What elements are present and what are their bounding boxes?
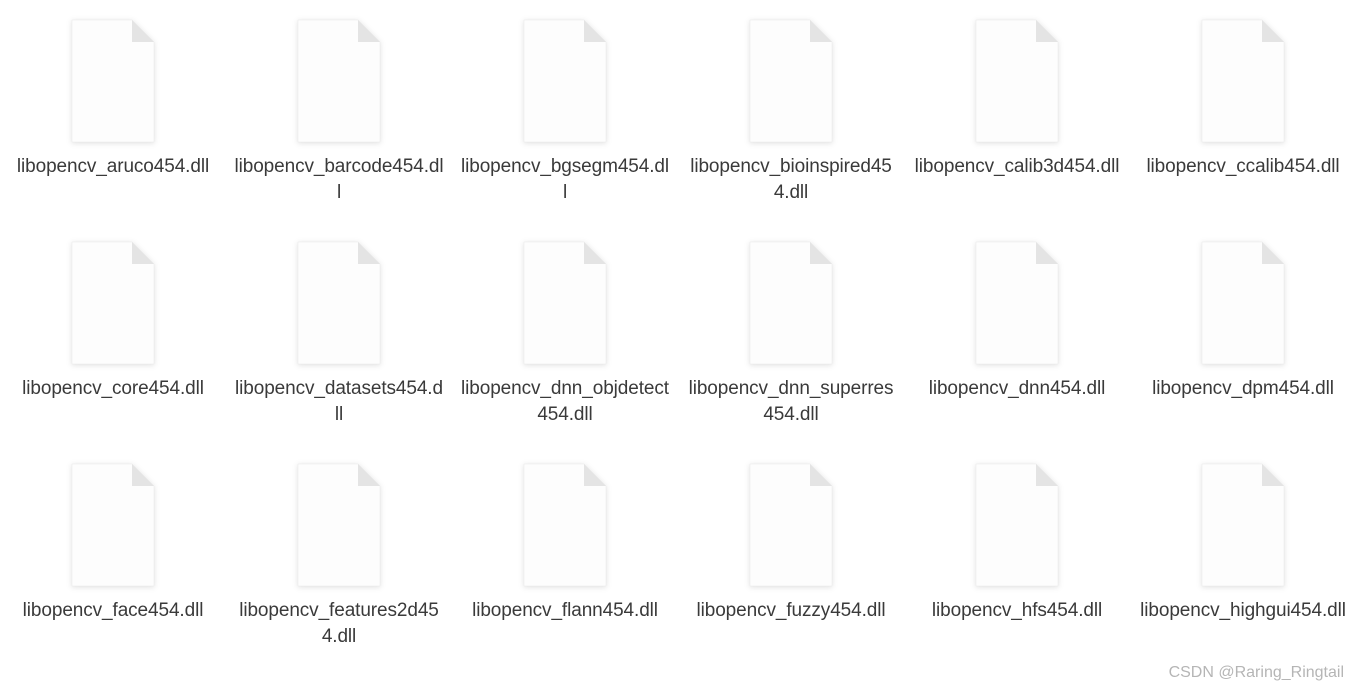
file-item[interactable]: libopencv_dnn454.dll bbox=[904, 240, 1130, 462]
file-label: libopencv_datasets454.dll bbox=[234, 376, 444, 427]
blank-document-icon bbox=[968, 462, 1066, 588]
blank-document-icon bbox=[290, 18, 388, 144]
blank-document-icon bbox=[516, 240, 614, 366]
file-item[interactable]: libopencv_bioinspired454.dll bbox=[678, 18, 904, 240]
blank-document-icon bbox=[290, 462, 388, 588]
file-label: libopencv_fuzzy454.dll bbox=[697, 598, 886, 624]
blank-document-icon bbox=[968, 18, 1066, 144]
file-label: libopencv_features2d454.dll bbox=[234, 598, 444, 649]
blank-document-icon bbox=[290, 240, 388, 366]
file-item[interactable]: libopencv_bgsegm454.dll bbox=[452, 18, 678, 240]
file-label: libopencv_hfs454.dll bbox=[932, 598, 1102, 624]
file-item[interactable]: libopencv_barcode454.dll bbox=[226, 18, 452, 240]
file-item[interactable]: libopencv_flann454.dll bbox=[452, 462, 678, 684]
file-label: libopencv_aruco454.dll bbox=[17, 154, 209, 180]
file-item[interactable]: libopencv_datasets454.dll bbox=[226, 240, 452, 462]
file-item[interactable]: libopencv_dpm454.dll bbox=[1130, 240, 1356, 462]
file-label: libopencv_dnn454.dll bbox=[929, 376, 1106, 402]
blank-document-icon bbox=[968, 240, 1066, 366]
file-item[interactable]: libopencv_calib3d454.dll bbox=[904, 18, 1130, 240]
file-item[interactable]: libopencv_ccalib454.dll bbox=[1130, 18, 1356, 240]
file-grid: libopencv_aruco454.dll libopencv_barcode… bbox=[0, 0, 1356, 684]
file-label: libopencv_dnn_objdetect454.dll bbox=[460, 376, 670, 427]
file-label: libopencv_face454.dll bbox=[23, 598, 204, 624]
file-label: libopencv_highgui454.dll bbox=[1140, 598, 1346, 624]
file-label: libopencv_barcode454.dll bbox=[234, 154, 444, 205]
file-item[interactable]: libopencv_dnn_objdetect454.dll bbox=[452, 240, 678, 462]
file-item[interactable]: libopencv_aruco454.dll bbox=[0, 18, 226, 240]
file-item[interactable]: libopencv_core454.dll bbox=[0, 240, 226, 462]
blank-document-icon bbox=[1194, 462, 1292, 588]
file-label: libopencv_dnn_superres454.dll bbox=[686, 376, 896, 427]
file-item[interactable]: libopencv_hfs454.dll bbox=[904, 462, 1130, 684]
blank-document-icon bbox=[742, 462, 840, 588]
file-item[interactable]: libopencv_dnn_superres454.dll bbox=[678, 240, 904, 462]
file-label: libopencv_calib3d454.dll bbox=[915, 154, 1120, 180]
blank-document-icon bbox=[516, 18, 614, 144]
file-label: libopencv_bioinspired454.dll bbox=[686, 154, 896, 205]
file-label: libopencv_core454.dll bbox=[22, 376, 204, 402]
blank-document-icon bbox=[516, 462, 614, 588]
file-label: libopencv_flann454.dll bbox=[472, 598, 658, 624]
file-item[interactable]: libopencv_face454.dll bbox=[0, 462, 226, 684]
file-label: libopencv_dpm454.dll bbox=[1152, 376, 1334, 402]
file-item[interactable]: libopencv_features2d454.dll bbox=[226, 462, 452, 684]
blank-document-icon bbox=[1194, 240, 1292, 366]
file-label: libopencv_ccalib454.dll bbox=[1146, 154, 1339, 180]
blank-document-icon bbox=[1194, 18, 1292, 144]
file-item[interactable]: libopencv_highgui454.dll bbox=[1130, 462, 1356, 684]
blank-document-icon bbox=[742, 240, 840, 366]
blank-document-icon bbox=[64, 18, 162, 144]
blank-document-icon bbox=[64, 240, 162, 366]
blank-document-icon bbox=[742, 18, 840, 144]
blank-document-icon bbox=[64, 462, 162, 588]
file-item[interactable]: libopencv_fuzzy454.dll bbox=[678, 462, 904, 684]
file-label: libopencv_bgsegm454.dll bbox=[460, 154, 670, 205]
